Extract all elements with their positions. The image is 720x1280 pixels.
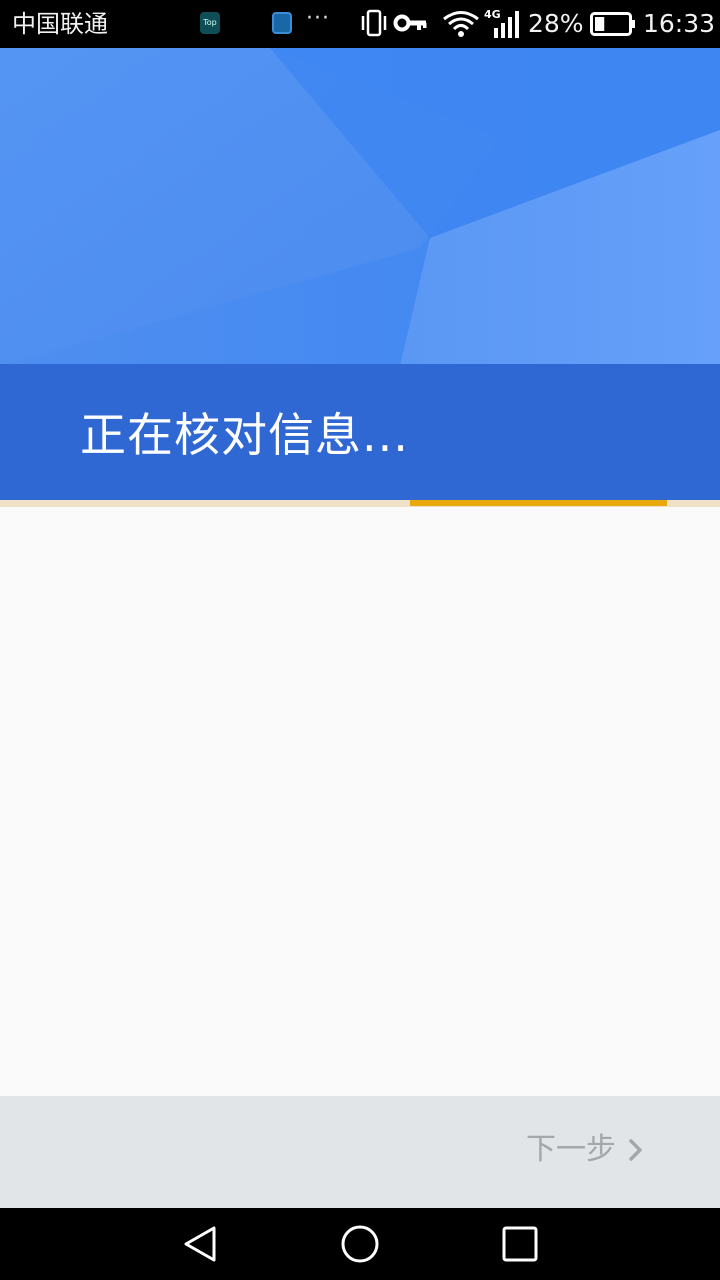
recent-apps-icon[interactable] xyxy=(498,1224,542,1264)
vibrate-icon xyxy=(361,9,387,37)
top-app-icon: Top xyxy=(200,12,220,34)
chevron-right-icon xyxy=(629,1139,642,1161)
page-title: 正在核对信息... xyxy=(80,408,409,462)
content-area xyxy=(0,507,720,1096)
key-icon xyxy=(393,14,427,32)
next-button[interactable]: 下一步 xyxy=(526,1128,644,1172)
battery-icon xyxy=(590,12,635,36)
bottom-action-bar: 下一步 xyxy=(0,1096,720,1208)
next-button-label: 下一步 xyxy=(526,1132,616,1167)
progress-bar xyxy=(0,500,720,507)
document-app-icon xyxy=(272,12,292,34)
network-type-label: 4G xyxy=(484,8,501,21)
clock: 16:33 xyxy=(643,9,716,38)
status-bar: 中国联通 Top ··· 4G 28% 16:33 xyxy=(0,0,720,48)
signal-4g-icon: 4G xyxy=(484,8,519,38)
battery-percent: 28% xyxy=(528,9,584,38)
back-icon[interactable] xyxy=(180,1224,224,1264)
progress-indicator xyxy=(410,500,667,506)
carrier-label: 中国联通 xyxy=(12,10,108,38)
wifi-icon xyxy=(443,11,479,37)
header-banner: 正在核对信息... xyxy=(0,48,720,500)
home-icon[interactable] xyxy=(338,1224,382,1264)
system-nav-bar xyxy=(0,1208,720,1280)
more-notifications-icon: ··· xyxy=(306,6,330,31)
